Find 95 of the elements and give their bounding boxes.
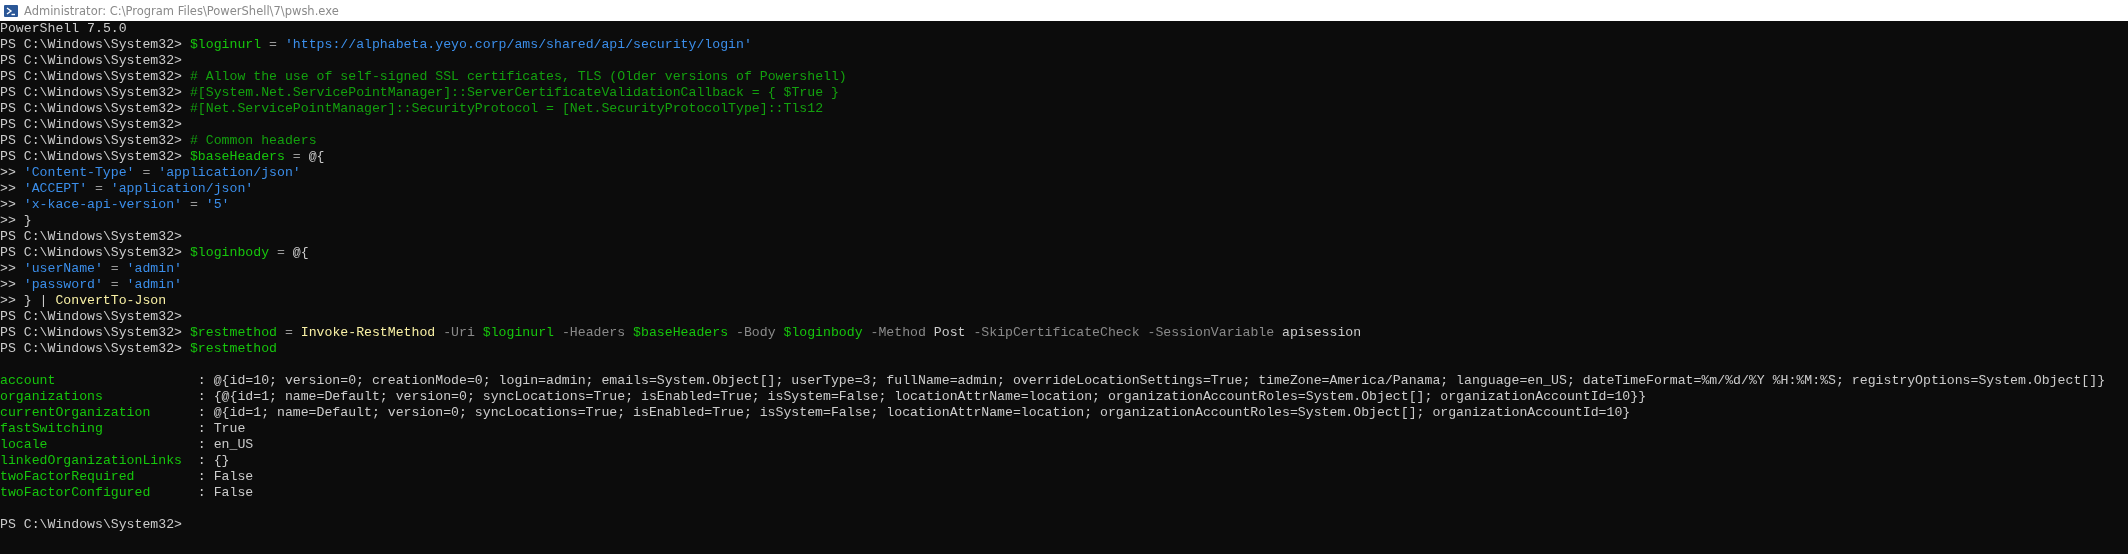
separator-text: : bbox=[197, 389, 206, 405]
operator-token: = bbox=[277, 245, 285, 261]
output-text: Post bbox=[933, 325, 966, 341]
operator-token: = bbox=[189, 197, 198, 213]
string-token: 'admin' bbox=[126, 277, 182, 293]
property-value: @{id=1; name=Default; version=0; syncLocations=True; isEnabled=True; isSystem=False; locationAttrName=location; organizationAccountRoles=System.Object[]; organizationAccountId=10} bbox=[213, 405, 1631, 421]
separator-text: : bbox=[197, 453, 206, 469]
prompt-text: PS C:\Windows\System32> bbox=[0, 37, 183, 53]
prompt-text: PS C:\Windows\System32> bbox=[0, 517, 183, 533]
variable-token: $loginurl bbox=[482, 325, 554, 341]
prompt-text: >> bbox=[0, 277, 16, 293]
string-token: 'application/json' bbox=[158, 165, 301, 181]
variable-token: $baseHeaders bbox=[189, 149, 285, 165]
string-token: 'admin' bbox=[126, 261, 182, 277]
property-name: linkedOrganizationLinks bbox=[0, 453, 182, 469]
prompt-text: PS C:\Windows\System32> bbox=[0, 229, 183, 245]
variable-token: $restmethod bbox=[189, 325, 277, 341]
property-name: twoFactorRequired bbox=[0, 469, 136, 485]
property-value: False bbox=[213, 485, 254, 501]
comment-text: #[Net.ServicePointManager]::SecurityProtocol = [Net.SecurityProtocolType]::Tls12 bbox=[189, 101, 824, 117]
prompt-text: >> bbox=[0, 261, 16, 277]
property-name: locale bbox=[0, 437, 49, 453]
variable-token: $baseHeaders bbox=[633, 325, 729, 341]
variable-token: $loginurl bbox=[189, 37, 262, 53]
parameter-token: -SessionVariable bbox=[1147, 325, 1275, 341]
terminal-icon bbox=[4, 3, 18, 18]
parameter-token: -SkipCertificateCheck bbox=[973, 325, 1140, 341]
operator-token: = bbox=[142, 165, 151, 181]
prompt-text: >> bbox=[0, 213, 16, 229]
property-value: False bbox=[213, 469, 254, 485]
property-name: account bbox=[0, 373, 57, 389]
output-text: | bbox=[39, 293, 48, 309]
prompt-text: >> bbox=[0, 197, 16, 213]
operator-token: = bbox=[269, 37, 277, 53]
prompt-text: PS C:\Windows\System32> bbox=[0, 133, 183, 149]
prompt-text: >> bbox=[0, 165, 16, 181]
property-name: organizations bbox=[0, 389, 104, 405]
string-token: 'application/json' bbox=[110, 181, 254, 197]
prompt-text: PS C:\Windows\System32> bbox=[0, 117, 183, 133]
variable-token: $loginbody bbox=[189, 245, 270, 261]
string-token: 'Content-Type' bbox=[23, 165, 135, 181]
comment-text: #[System.Net.ServicePointManager]::ServerCertificateValidationCallback = { $True } bbox=[189, 85, 839, 101]
property-name: twoFactorConfigured bbox=[0, 485, 152, 501]
window-title: Administrator: C:\Program Files\PowerShell\7\pwsh.exe bbox=[24, 3, 339, 18]
string-token: 'userName' bbox=[23, 261, 103, 277]
property-value: {@{id=1; name=Default; version=0; syncLocations=True; isEnabled=True; isSystem=False; locationAttrName=location; organizationAccountRoles=System.Object[]; organizationAccountId=10}} bbox=[213, 389, 1647, 405]
parameter-token: -Method bbox=[870, 325, 926, 341]
operator-token: = bbox=[110, 277, 119, 293]
prompt-text: PS C:\Windows\System32> bbox=[0, 325, 183, 341]
comment-text: # Common headers bbox=[189, 133, 317, 149]
operator-token: = bbox=[284, 325, 293, 341]
string-token: 'ACCEPT' bbox=[23, 181, 88, 197]
prompt-text: PS C:\Windows\System32> bbox=[0, 69, 183, 85]
property-value: @{id=10; version=0; creationMode=0; login=admin; emails=System.Object[]; userType=3; fullName=admin; overrideLocationSettings=True; timeZone=America/Panama; language=en_US; dateTimeFormat=%m/%d/%Y %H:%M:%S; registryOptions=System.Object[]} bbox=[213, 373, 2106, 389]
variable-token: $loginbody bbox=[783, 325, 863, 341]
operator-token: = bbox=[110, 261, 119, 277]
separator-text: : bbox=[197, 485, 206, 501]
string-token: 'x-kace-api-version' bbox=[23, 197, 182, 213]
prompt-text: PS C:\Windows\System32> bbox=[0, 341, 183, 357]
property-name: fastSwitching bbox=[0, 421, 104, 437]
prompt-text: >> bbox=[0, 181, 16, 197]
output-text: PowerShell 7.5.0 bbox=[0, 21, 127, 37]
output-text: } bbox=[23, 293, 32, 309]
operator-token: = bbox=[292, 149, 301, 165]
property-value: en_US bbox=[213, 437, 254, 453]
variable-token: $restmethod bbox=[189, 341, 277, 357]
property-value: True bbox=[213, 421, 246, 437]
command-token: Invoke-RestMethod bbox=[300, 325, 436, 341]
separator-text: : bbox=[197, 437, 206, 453]
output-text: apisession bbox=[1282, 325, 1362, 341]
string-token: 'password' bbox=[23, 277, 103, 293]
prompt-text: PS C:\Windows\System32> bbox=[0, 149, 183, 165]
parameter-token: -Body bbox=[736, 325, 776, 341]
parameter-token: -Headers bbox=[561, 325, 626, 341]
property-name: currentOrganization bbox=[0, 405, 152, 421]
parameter-token: -Uri bbox=[443, 325, 475, 341]
prompt-text: PS C:\Windows\System32> bbox=[0, 309, 183, 325]
comment-text: # Allow the use of self-signed SSL certificates, TLS (Older versions of Powershell) bbox=[189, 69, 847, 85]
prompt-text: PS C:\Windows\System32> bbox=[0, 53, 183, 69]
string-token: '5' bbox=[205, 197, 230, 213]
separator-text: : bbox=[197, 373, 206, 389]
operator-token: = bbox=[94, 181, 103, 197]
separator-text: : bbox=[197, 469, 206, 485]
command-token: ConvertTo-Json bbox=[55, 293, 167, 309]
prompt-text: PS C:\Windows\System32> bbox=[0, 101, 183, 117]
prompt-text: PS C:\Windows\System32> bbox=[0, 245, 183, 261]
output-text: } bbox=[23, 213, 32, 229]
separator-text: : bbox=[197, 405, 206, 421]
separator-text: : bbox=[197, 421, 206, 437]
output-text: @{ bbox=[308, 149, 325, 165]
prompt-text: PS C:\Windows\System32> bbox=[0, 85, 183, 101]
property-value: {} bbox=[213, 453, 230, 469]
prompt-text: >> bbox=[0, 293, 16, 309]
string-token: 'https://alphabeta.yeyo.corp/ams/shared/api/security/login' bbox=[284, 37, 752, 53]
output-text: @{ bbox=[292, 245, 309, 261]
